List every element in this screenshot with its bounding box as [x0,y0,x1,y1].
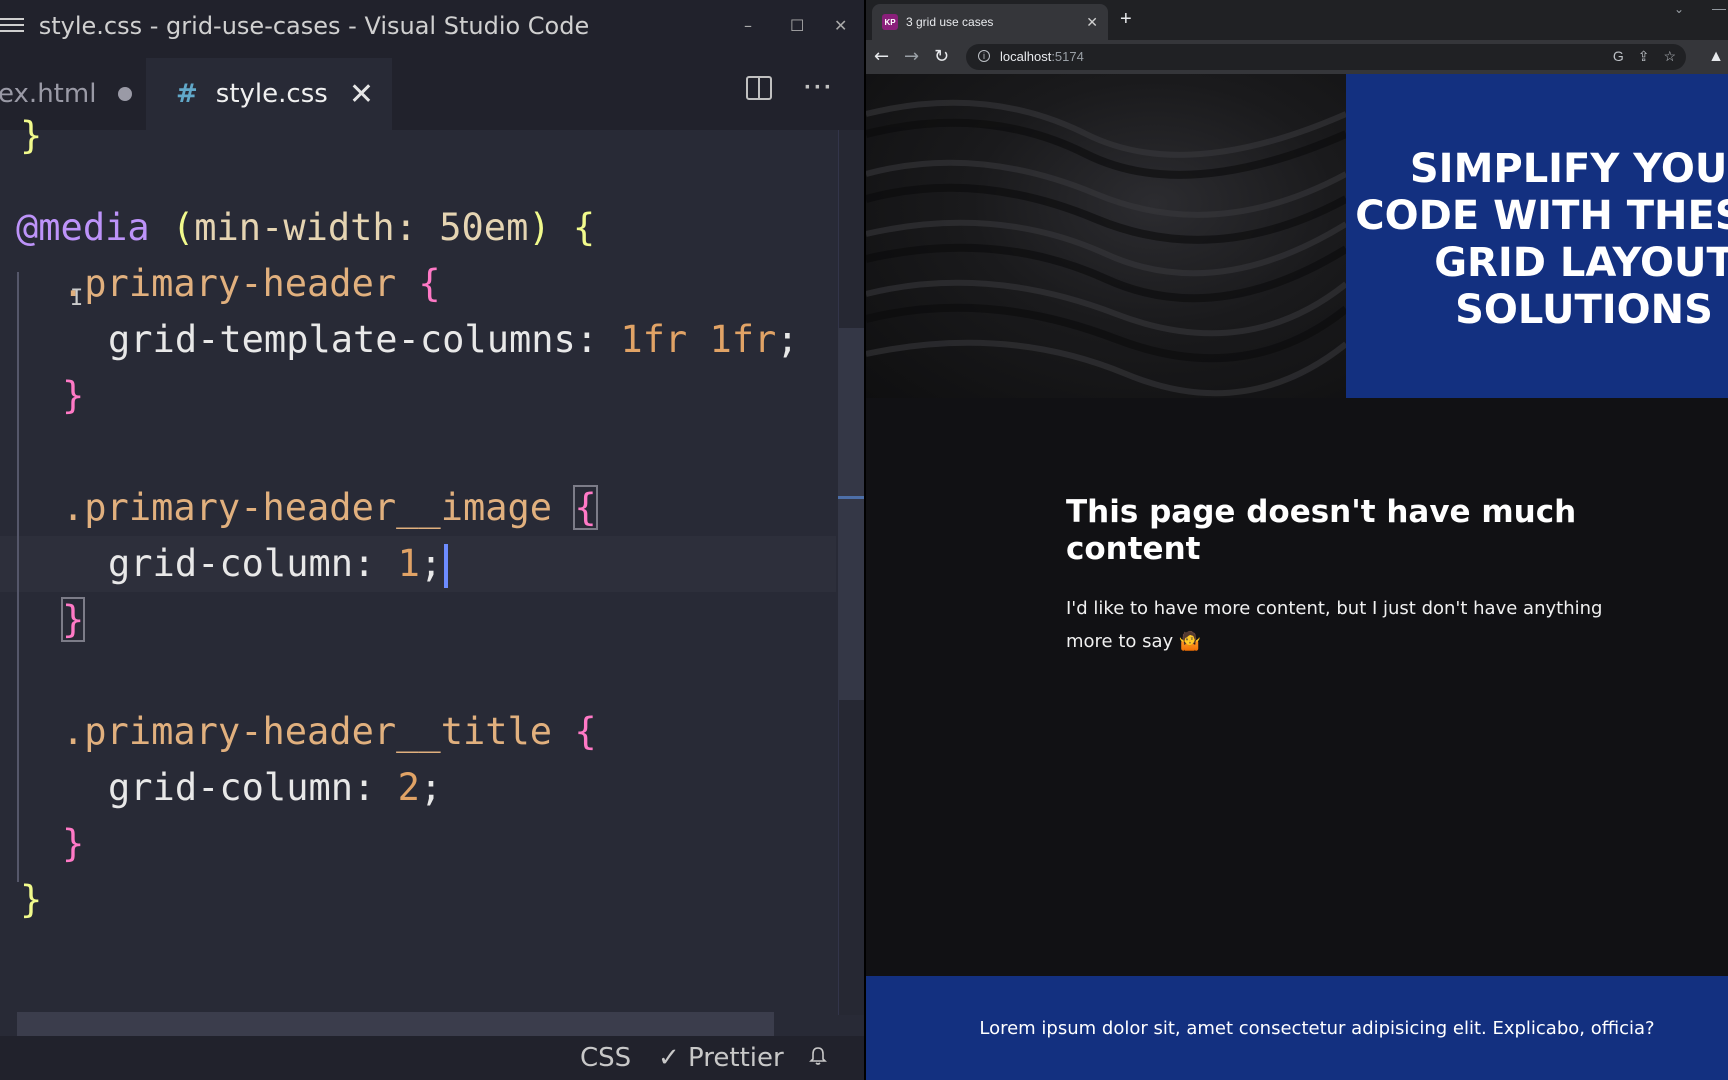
page-viewport: SIMPLIFY YOUR CODE WITH THESE 3 GRID LAY… [866,74,1728,1080]
bell-icon[interactable] [808,1046,828,1066]
hero-title-panel: SIMPLIFY YOUR CODE WITH THESE 3 GRID LAY… [1346,74,1728,398]
more-actions-icon[interactable]: ··· [804,76,834,100]
page-footer: Lorem ipsum dolor sit, amet consectetur … [866,976,1728,1080]
close-tab-icon[interactable]: ✕ [349,77,374,112]
tab-label: ex.html [0,79,97,109]
address-bar[interactable]: i localhost:5174 G ⇪ ☆ [966,44,1686,70]
code-line: } [20,878,43,921]
hero-image [866,74,1346,398]
hero-title: SIMPLIFY YOUR CODE WITH THESE 3 GRID LAY… [1355,146,1728,333]
text-cursor [444,543,449,588]
forward-icon[interactable]: → [904,46,919,67]
page-paragraph: I'd like to have more content, but I jus… [1066,598,1603,652]
browser-tabstrip: KP 3 grid use cases ✕ + ⌄ — [866,0,1728,40]
prettier-status[interactable]: ✓ Prettier [658,1043,784,1073]
url-text: localhost:5174 [1000,49,1084,64]
new-tab-icon[interactable]: + [1120,8,1132,31]
back-icon[interactable]: ← [874,46,889,67]
page-heading: This page doesn't have much content [1066,494,1577,567]
code-line: .primary-header__title { [62,710,597,753]
tab-label: style.css [215,79,328,109]
window-title: style.css - grid-use-cases - Visual Stud… [38,12,590,40]
vscode-titlebar: style.css - grid-use-cases - Visual Stud… [0,0,864,56]
cursor-position-marker [838,496,864,499]
bookmark-star-icon[interactable]: ☆ [1663,48,1676,65]
browser-tab-title: 3 grid use cases [906,15,994,29]
browser-window: KP 3 grid use cases ✕ + ⌄ — ← → ↻ i loca… [864,0,1728,1080]
tab-search-icon[interactable]: ⌄ [1674,2,1684,16]
code-editor[interactable]: I } @media (min-width: 50em) { .primary-… [0,114,838,1015]
code-line: } [20,114,43,157]
share-icon[interactable]: ⇪ [1638,48,1650,65]
code-line: .primary-header__image { [62,485,598,530]
unsaved-dot-icon[interactable] [118,87,133,101]
indent-guide [17,272,19,882]
code-line: grid-template-columns: 1fr 1fr; [108,318,799,361]
split-editor-icon[interactable] [746,76,773,100]
horizontal-scrollbar[interactable] [17,1012,774,1036]
minimize-icon[interactable]: – [744,16,752,35]
footer-text: Lorem ipsum dolor sit, amet consectetur … [979,1018,1655,1039]
browser-toolbar: ← → ↻ i localhost:5174 G ⇪ ☆ ▲ [866,40,1728,74]
favicon-icon: KP [882,14,898,30]
tab-style-css[interactable]: # style.css ✕ [146,58,392,130]
vscode-window: style.css - grid-use-cases - Visual Stud… [0,0,864,1080]
status-bar: CSS ✓ Prettier [0,1036,864,1080]
scrollbar-thumb[interactable] [838,328,864,700]
maximize-icon[interactable]: ☐ [790,16,804,35]
css-file-icon: # [176,79,198,109]
code-line: @media (min-width: 50em) { [16,206,596,249]
minimize-icon[interactable]: — [1712,0,1726,16]
close-window-icon[interactable]: ✕ [834,16,847,35]
code-line: } [62,374,85,417]
reload-icon[interactable]: ↻ [934,46,949,67]
labs-flask-icon[interactable]: ▲ [1708,48,1724,66]
close-tab-icon[interactable]: ✕ [1086,14,1098,31]
code-line: .primary-header { [62,262,441,305]
site-info-icon[interactable]: i [978,50,990,62]
code-line: } [62,822,85,865]
code-line: } [60,597,86,642]
main-content: This page doesn't have much content I'd … [1066,494,1606,658]
code-line: grid-column: 2; [108,766,443,809]
editor-tabs: ex.html # style.css ✕ ··· [0,56,864,130]
browser-tab[interactable]: KP 3 grid use cases ✕ [872,4,1108,40]
google-icon[interactable]: G [1613,48,1624,65]
code-line-active: grid-column: 1; [0,536,836,592]
language-mode[interactable]: CSS [580,1043,631,1073]
